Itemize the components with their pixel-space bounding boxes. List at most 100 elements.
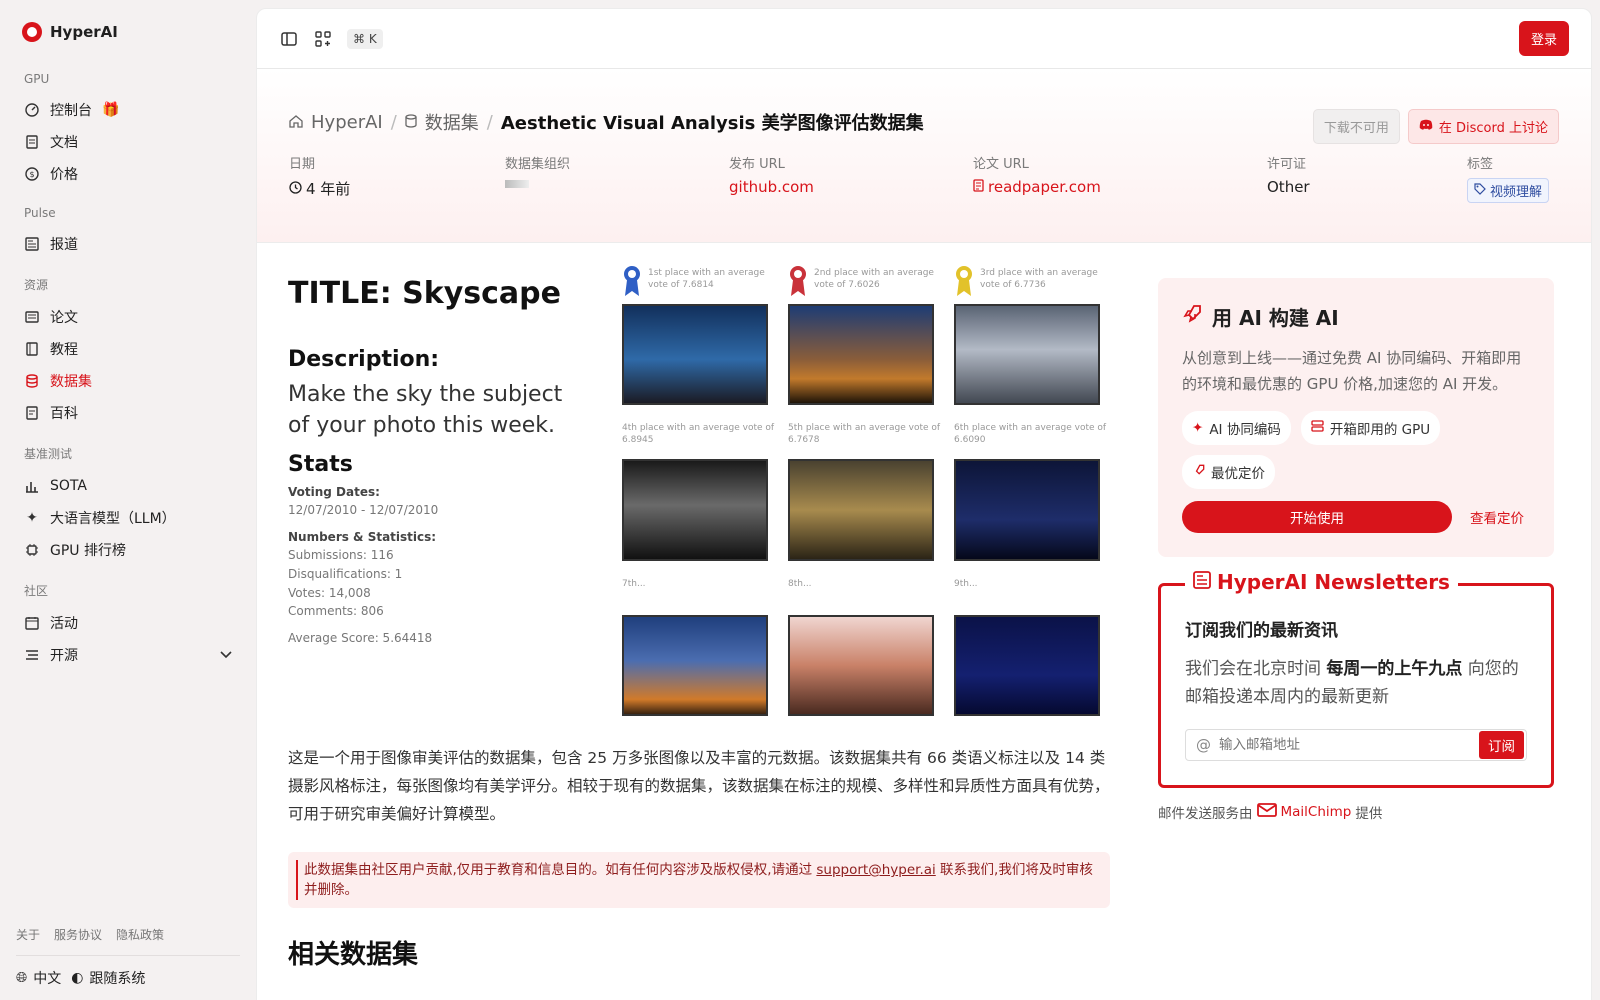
sidebar-item-console[interactable]: 控制台 🎁 bbox=[16, 94, 240, 126]
promo-title: 用 AI 构建 AI bbox=[1182, 302, 1530, 331]
photo-thumbnail bbox=[954, 459, 1100, 561]
sidebar-item-label: 价格 bbox=[50, 167, 78, 183]
sidebar-item-gpu-leaderboard[interactable]: GPU 排行榜 bbox=[16, 534, 240, 566]
theme-switcher[interactable]: ◐ 跟随系统 bbox=[71, 968, 145, 988]
paper-url-link[interactable]: readpaper.com bbox=[973, 178, 1101, 196]
hyperai-logo-icon bbox=[22, 22, 42, 42]
discord-icon bbox=[1419, 119, 1433, 135]
newsletter-schedule: 每周一的上午九点 bbox=[1326, 659, 1463, 679]
meta-tags: 标签 视频理解 bbox=[1467, 153, 1550, 203]
photo-thumbnail bbox=[622, 459, 768, 561]
tag-label: 视频理解 bbox=[1490, 185, 1543, 200]
provider-text-after: 提供 bbox=[1355, 806, 1383, 822]
publish-url-link[interactable]: github.com bbox=[729, 178, 814, 196]
footer-link-about[interactable]: 关于 bbox=[16, 926, 40, 943]
breadcrumb-separator: / bbox=[390, 111, 397, 133]
numbers-label: Numbers & Statistics: bbox=[288, 529, 437, 544]
apps-grid-icon[interactable] bbox=[313, 29, 333, 49]
org-logo[interactable] bbox=[505, 180, 529, 188]
discord-discuss-button[interactable]: 在 Discord 上讨论 bbox=[1407, 109, 1559, 144]
theme-icon: ◐ bbox=[71, 970, 84, 986]
photo-cell: 7th... bbox=[618, 575, 778, 724]
newsletter-legend: HyperAI Newsletters bbox=[1185, 570, 1458, 594]
sidebar-footer: 关于 服务协议 隐私政策 🌐︎ 中文 ◐ 跟随系统 bbox=[16, 926, 240, 1000]
copyright-notice: 此数据集由社区用户贡献,仅用于教育和信息目的。如有任何内容涉及版权侵权,请通过 … bbox=[288, 852, 1110, 908]
blue-ribbon-icon bbox=[624, 266, 640, 296]
get-started-button[interactable]: 开始使用 bbox=[1182, 501, 1452, 533]
preview-desc-heading: Description: bbox=[288, 347, 440, 372]
topbar: ⌘ K 登录 bbox=[257, 9, 1591, 69]
meta-org: 数据集组织 bbox=[505, 153, 729, 203]
download-unavailable-button: 下载不可用 bbox=[1312, 109, 1400, 144]
sidebar-item-label: 教程 bbox=[50, 342, 78, 358]
mailchimp-link[interactable]: MailChimp bbox=[1256, 803, 1351, 821]
document-icon bbox=[24, 134, 40, 150]
photo-cell: 4th place with an average vote of 6.8945 bbox=[618, 419, 778, 568]
gauge-icon bbox=[24, 102, 40, 118]
chevron-down-icon[interactable] bbox=[220, 647, 232, 663]
sidebar-toggle-icon[interactable] bbox=[279, 29, 299, 49]
clock-icon bbox=[289, 180, 302, 198]
preview-desc: Make the sky the subject of your photo t… bbox=[288, 382, 563, 438]
sidebar-item-opensource[interactable]: 开源 bbox=[16, 639, 240, 671]
related-datasets-heading: 相关数据集 bbox=[288, 940, 419, 970]
at-sign-icon: @ bbox=[1196, 736, 1211, 754]
sidebar-item-papers[interactable]: 论文 bbox=[16, 301, 240, 333]
sidebar-item-tutorials[interactable]: 教程 bbox=[16, 333, 240, 365]
header-actions: 下载不可用 在 Discord 上讨论 bbox=[1312, 109, 1559, 144]
preview-title: TITLE: Skyscape bbox=[288, 276, 561, 311]
group-label-benchmarks: 基准测试 bbox=[24, 447, 73, 461]
newsletter-text-before: 我们会在北京时间 bbox=[1185, 659, 1327, 679]
footer-link-terms[interactable]: 服务协议 bbox=[54, 926, 102, 943]
photo-caption: 3rd place with an average vote of 6.7736 bbox=[980, 268, 1098, 290]
meta-label: 论文 URL bbox=[973, 157, 1029, 172]
sparkles-icon: ✦ bbox=[26, 510, 38, 526]
gift-icon: 🎁 bbox=[102, 102, 120, 118]
sidebar-item-label: 百科 bbox=[50, 406, 78, 422]
chip-icon bbox=[24, 542, 40, 558]
dollar-icon: $ bbox=[24, 166, 40, 182]
sidebar-item-pricing[interactable]: $ 价格 bbox=[16, 158, 240, 190]
sidebar-item-wiki[interactable]: 百科 bbox=[16, 397, 240, 429]
photo-caption: 5th place with an average vote of 6.7678 bbox=[788, 423, 941, 446]
login-button[interactable]: 登录 bbox=[1518, 21, 1569, 56]
promo-chips: ✦ AI 协同编码 开箱即用的 GPU 最优定价 bbox=[1182, 411, 1530, 489]
list-icon bbox=[24, 647, 40, 663]
footer-tools: 🌐︎ 中文 ◐ 跟随系统 bbox=[16, 956, 240, 1000]
photo-caption: 4th place with an average vote of 6.8945 bbox=[622, 423, 775, 446]
sidebar-item-sota[interactable]: SOTA bbox=[16, 470, 240, 502]
sidebar-item-events[interactable]: 活动 bbox=[16, 607, 240, 639]
newsletter-legend-text: HyperAI Newsletters bbox=[1217, 570, 1450, 594]
photo-thumbnail bbox=[954, 614, 1100, 716]
view-pricing-link[interactable]: 查看定价 bbox=[1470, 507, 1524, 527]
sidebar-item-reports[interactable]: 报道 bbox=[16, 228, 240, 260]
language-switcher[interactable]: 🌐︎ 中文 bbox=[16, 968, 61, 988]
photo-thumbnail bbox=[788, 614, 934, 716]
newsletter-heading: 订阅我们的最新资讯 bbox=[1185, 621, 1338, 641]
subscribe-button[interactable]: 订阅 bbox=[1479, 731, 1524, 759]
support-email-link[interactable]: support@hyper.ai bbox=[816, 862, 935, 878]
brand[interactable]: HyperAI bbox=[16, 0, 240, 64]
group-label-resources: 资源 bbox=[24, 278, 49, 292]
breadcrumb-datasets[interactable]: 数据集 bbox=[425, 109, 479, 135]
sidebar-item-datasets[interactable]: 数据集 bbox=[16, 365, 240, 397]
bar-chart-icon bbox=[24, 478, 40, 494]
meta-license: 许可证 Other bbox=[1267, 153, 1467, 203]
page-title: Aesthetic Visual Analysis 美学图像评估数据集 bbox=[500, 113, 924, 134]
sidebar-item-docs[interactable]: 文档 bbox=[16, 126, 240, 158]
red-ribbon-icon bbox=[790, 266, 806, 296]
tag-video-understanding[interactable]: 视频理解 bbox=[1467, 178, 1550, 203]
breadcrumb-home[interactable]: HyperAI bbox=[311, 112, 383, 133]
notice-text-before: 此数据集由社区用户贡献,仅用于教育和信息目的。如有任何内容涉及版权侵权,请通过 bbox=[304, 862, 817, 878]
meta-value: 4 年前 bbox=[289, 178, 350, 199]
preview-text-panel: TITLE: Skyscape Description: Make the sk… bbox=[288, 276, 588, 647]
meta-label: 许可证 bbox=[1267, 157, 1307, 172]
paper-url-text: readpaper.com bbox=[988, 178, 1101, 196]
tag-icon bbox=[1474, 182, 1486, 199]
command-shortcut[interactable]: ⌘ K bbox=[347, 28, 383, 49]
footer-link-privacy[interactable]: 隐私政策 bbox=[116, 926, 164, 943]
meta-label: 日期 bbox=[289, 157, 316, 172]
sidebar-item-label: GPU 排行榜 bbox=[50, 543, 126, 559]
email-input[interactable] bbox=[1219, 737, 1471, 753]
sidebar-item-llm[interactable]: ✦ 大语言模型（LLM） bbox=[16, 502, 240, 534]
